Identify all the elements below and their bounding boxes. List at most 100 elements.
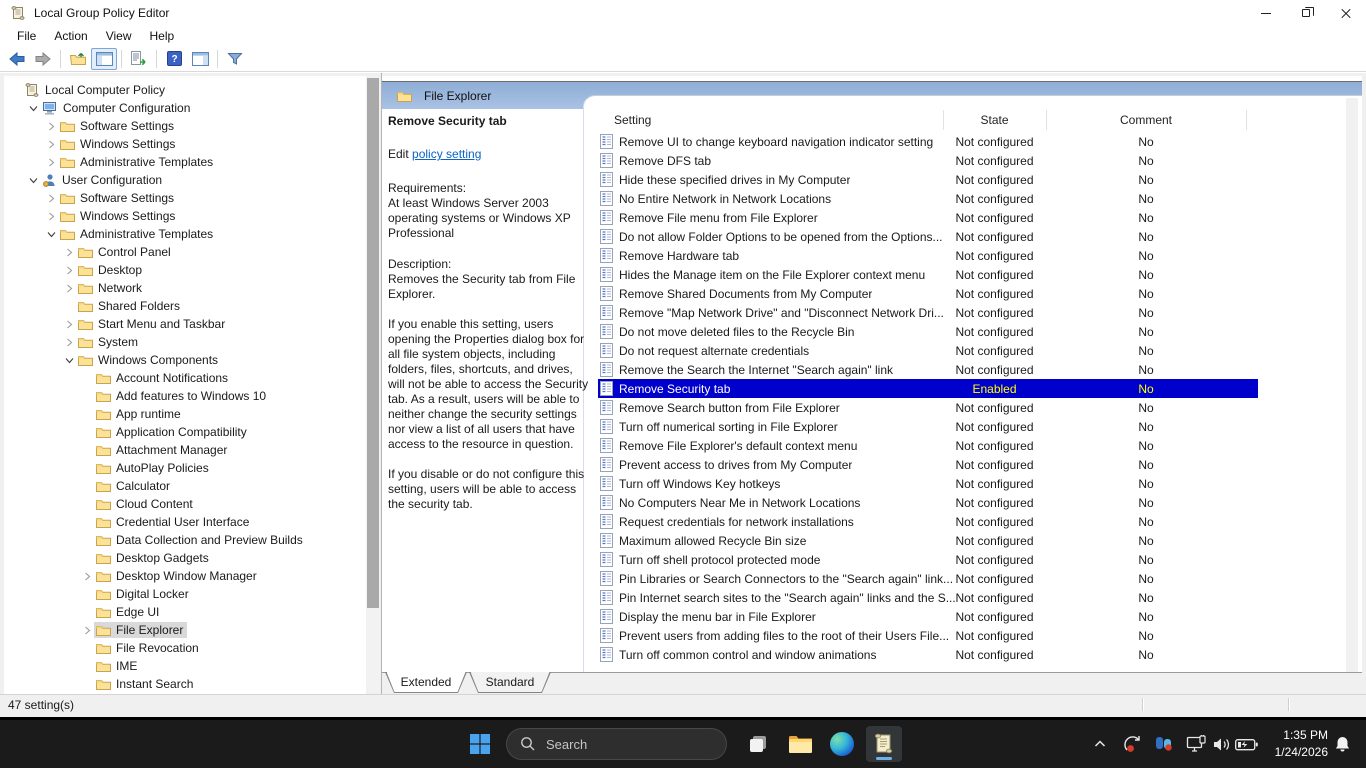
tree-node[interactable]: Attachment Manager — [94, 442, 231, 458]
tree-node[interactable]: Calculator — [94, 478, 174, 494]
tree-node[interactable]: AutoPlay Policies — [94, 460, 213, 476]
tree-node[interactable]: System — [76, 334, 142, 350]
tree-node[interactable]: Windows Settings — [58, 136, 179, 152]
tree-item-autoplay-policies[interactable]: AutoPlay Policies — [4, 459, 366, 477]
tree-item-digital-locker[interactable]: Digital Locker — [4, 585, 366, 603]
tray-volume-icon[interactable] — [1211, 734, 1231, 754]
tree-scrollbar[interactable] — [366, 76, 380, 692]
forward-button[interactable] — [30, 48, 56, 70]
setting-row[interactable]: No Entire Network in Network LocationsNo… — [598, 189, 1258, 208]
tree-node[interactable]: Credential User Interface — [94, 514, 253, 530]
tree-item-cloud-content[interactable]: Cloud Content — [4, 495, 366, 513]
tree-item-instant-search[interactable]: Instant Search — [4, 675, 366, 693]
tree-node[interactable]: Instant Search — [94, 676, 197, 692]
tree-item-app-runtime[interactable]: App runtime — [4, 405, 366, 423]
tree-item-calculator[interactable]: Calculator — [4, 477, 366, 495]
tray-battery-icon[interactable] — [1234, 734, 1258, 754]
view-tab-standard[interactable]: Standard — [469, 672, 551, 693]
tree-node[interactable]: Network — [76, 280, 146, 296]
list-scrollbar-track[interactable] — [1346, 98, 1358, 672]
menu-view[interactable]: View — [97, 27, 141, 45]
tree-item-credential-user-interface[interactable]: Credential User Interface — [4, 513, 366, 531]
column-header-setting[interactable]: Setting — [614, 109, 914, 131]
column-header-state[interactable]: State — [943, 109, 1046, 131]
filter-button[interactable] — [222, 48, 248, 70]
setting-row[interactable]: Remove DFS tabNot configuredNo — [598, 151, 1258, 170]
search-box[interactable]: Search — [506, 728, 727, 760]
chevron-right-icon[interactable] — [44, 212, 58, 221]
setting-row[interactable]: Do not allow Folder Options to be opened… — [598, 227, 1258, 246]
tray-app-badge-icon[interactable] — [1152, 733, 1176, 755]
tree-item-shared-folders[interactable]: Shared Folders — [4, 297, 366, 315]
setting-row[interactable]: Remove File menu from File ExplorerNot c… — [598, 208, 1258, 227]
tree-node[interactable]: App runtime — [94, 406, 185, 422]
setting-row[interactable]: Remove UI to change keyboard navigation … — [598, 132, 1258, 151]
tree-item-edge-ui[interactable]: Edge UI — [4, 603, 366, 621]
tree-node[interactable]: Software Settings — [58, 118, 178, 134]
file-explorer-button[interactable] — [782, 726, 818, 762]
setting-row[interactable]: Remove Security tabEnabledNo — [598, 379, 1258, 398]
setting-row[interactable]: Prevent access to drives from My Compute… — [598, 455, 1258, 474]
tree-node[interactable]: Account Notifications — [94, 370, 232, 386]
tree-item-control-panel[interactable]: Control Panel — [4, 243, 366, 261]
tree-item-data-collection-and-preview-builds[interactable]: Data Collection and Preview Builds — [4, 531, 366, 549]
tree-scrollbar-thumb[interactable] — [367, 78, 379, 608]
help-button[interactable]: ? — [161, 48, 187, 70]
menu-action[interactable]: Action — [45, 27, 96, 45]
chevron-right-icon[interactable] — [44, 140, 58, 149]
setting-row[interactable]: Remove Hardware tabNot configuredNo — [598, 246, 1258, 265]
setting-row[interactable]: No Computers Near Me in Network Location… — [598, 493, 1258, 512]
tree-node[interactable]: Data Collection and Preview Builds — [94, 532, 307, 548]
tray-network-display-icon[interactable] — [1186, 734, 1208, 754]
tree-item-attachment-manager[interactable]: Attachment Manager — [4, 441, 366, 459]
task-view-button[interactable] — [740, 726, 776, 762]
tree-node[interactable]: Edge UI — [94, 604, 163, 620]
setting-row[interactable]: Do not move deleted files to the Recycle… — [598, 322, 1258, 341]
tree-node[interactable]: Digital Locker — [94, 586, 193, 602]
show-action-pane-button[interactable] — [187, 48, 213, 70]
tree-item-system[interactable]: System — [4, 333, 366, 351]
chevron-right-icon[interactable] — [44, 122, 58, 131]
setting-row[interactable]: Remove File Explorer's default context m… — [598, 436, 1258, 455]
chevron-right-icon[interactable] — [62, 248, 76, 257]
chevron-right-icon[interactable] — [80, 626, 94, 635]
setting-row[interactable]: Request credentials for network installa… — [598, 512, 1258, 531]
setting-row[interactable]: Pin Internet search sites to the "Search… — [598, 588, 1258, 607]
start-button[interactable] — [462, 726, 498, 762]
setting-row[interactable]: Remove "Map Network Drive" and "Disconne… — [598, 303, 1258, 322]
up-one-level-button[interactable] — [65, 48, 91, 70]
tree-item-software-settings[interactable]: Software Settings — [4, 117, 366, 135]
tree-node[interactable]: File Explorer — [94, 622, 187, 638]
chevron-right-icon[interactable] — [62, 338, 76, 347]
tree-item-application-compatibility[interactable]: Application Compatibility — [4, 423, 366, 441]
tree-node[interactable]: Windows Components — [76, 352, 222, 368]
column-divider[interactable] — [943, 110, 944, 130]
menu-help[interactable]: Help — [141, 27, 184, 45]
tree-node[interactable]: Add features to Windows 10 — [94, 388, 270, 404]
tree-item-administrative-templates[interactable]: Administrative Templates — [4, 225, 366, 243]
setting-row[interactable]: Hide these specified drives in My Comput… — [598, 170, 1258, 189]
column-header-comment[interactable]: Comment — [1046, 109, 1246, 131]
column-divider[interactable] — [1046, 110, 1047, 130]
tree-node[interactable]: Windows Settings — [58, 208, 179, 224]
export-list-button[interactable] — [126, 48, 152, 70]
tree-node[interactable]: Desktop Window Manager — [94, 568, 261, 584]
notification-bell-icon[interactable] — [1332, 734, 1352, 754]
tree-item-ime[interactable]: IME — [4, 657, 366, 675]
tree-node[interactable]: File Revocation — [94, 640, 203, 656]
setting-row[interactable]: Turn off Windows Key hotkeysNot configur… — [598, 474, 1258, 493]
tree-node[interactable]: Software Settings — [58, 190, 178, 206]
chevron-down-icon[interactable] — [62, 356, 76, 365]
setting-row[interactable]: Turn off common control and window anima… — [598, 645, 1258, 664]
tree-node[interactable]: Local Computer Policy — [22, 81, 169, 99]
chevron-right-icon[interactable] — [62, 284, 76, 293]
tree-node[interactable]: IME — [94, 658, 141, 674]
tree-item-add-features-to-windows-10[interactable]: Add features to Windows 10 — [4, 387, 366, 405]
tree-item-computer-configuration[interactable]: Computer Configuration — [4, 99, 366, 117]
tree-node[interactable]: Desktop — [76, 262, 146, 278]
chevron-right-icon[interactable] — [62, 320, 76, 329]
tree-item-user-configuration[interactable]: User Configuration — [4, 171, 366, 189]
tree-item-desktop-window-manager[interactable]: Desktop Window Manager — [4, 567, 366, 585]
tree-item-software-settings[interactable]: Software Settings — [4, 189, 366, 207]
setting-row[interactable]: Remove the Search the Internet "Search a… — [598, 360, 1258, 379]
